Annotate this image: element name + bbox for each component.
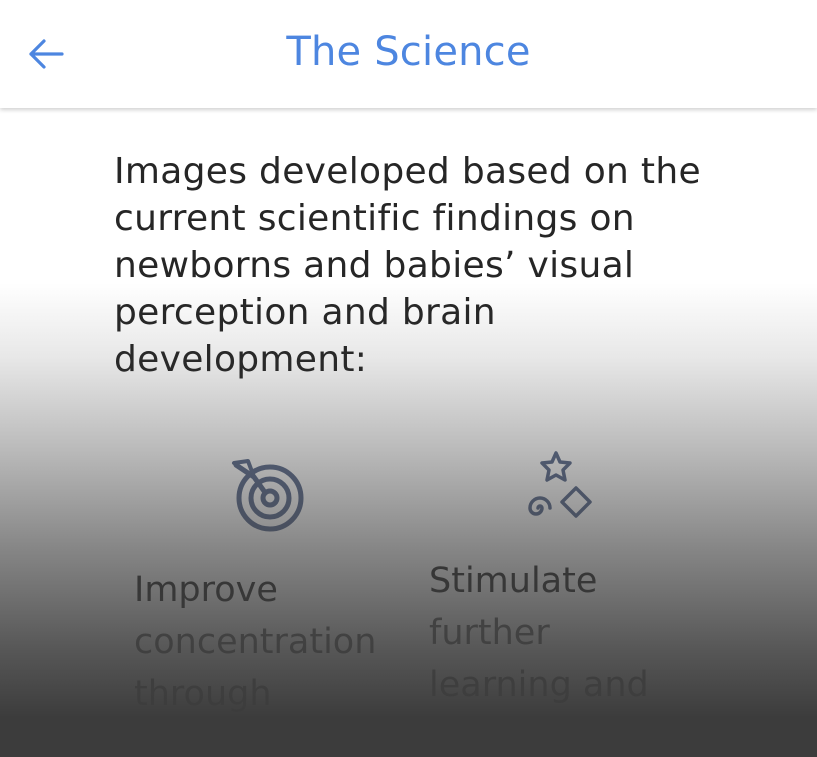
feature-description-improve: concentration through <box>134 622 377 714</box>
intro-text: Images developed based on the current sc… <box>114 151 701 380</box>
target-dart-icon <box>232 459 304 532</box>
science-content: Images developed based on the current sc… <box>0 108 817 757</box>
shapes-star-spiral-icon <box>528 451 592 518</box>
feature-title-stimulate: Stimulate <box>429 561 598 601</box>
feature-title-improve: Improve <box>134 570 278 610</box>
feature-description-stimulate: further learning and <box>429 613 649 705</box>
page-title: The Science <box>286 29 531 75</box>
app-header: The Science <box>0 0 817 108</box>
